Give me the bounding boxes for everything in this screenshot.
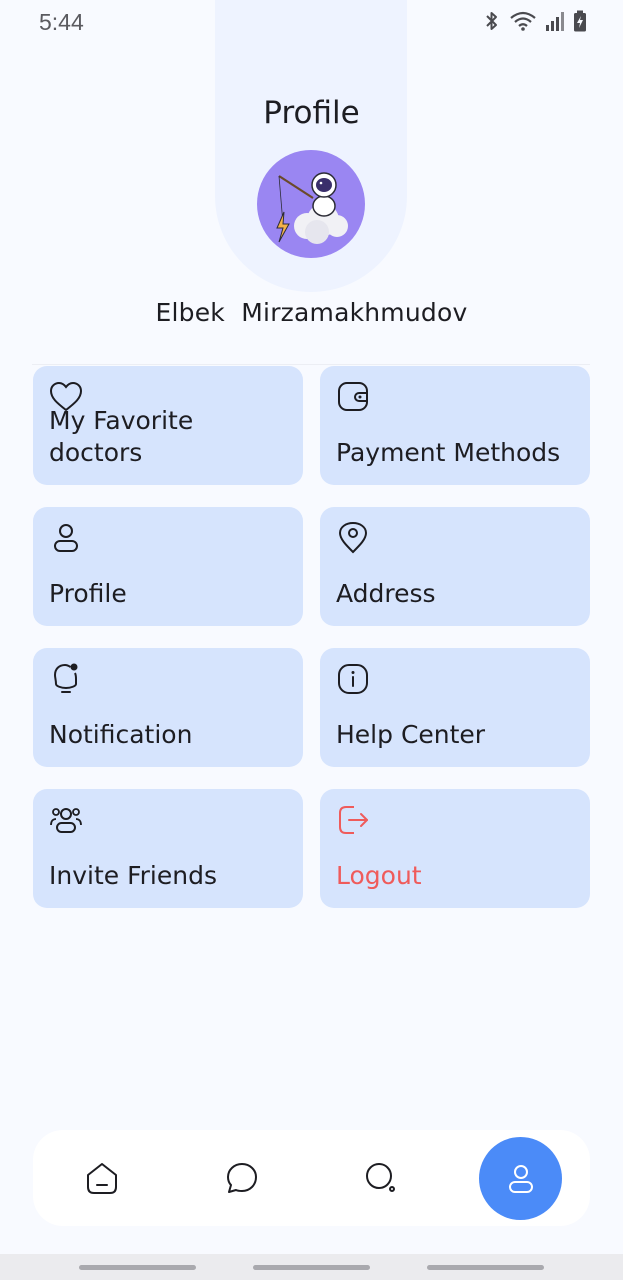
battery-icon bbox=[574, 10, 586, 32]
back-gesture-bar[interactable] bbox=[427, 1265, 544, 1270]
logout-icon bbox=[339, 806, 368, 834]
bottom-nav bbox=[33, 1130, 590, 1226]
notification-card[interactable]: Notification bbox=[33, 648, 303, 767]
nav-search[interactable] bbox=[341, 1138, 421, 1218]
nav-profile[interactable] bbox=[479, 1137, 562, 1220]
logout-label: Logout bbox=[336, 861, 422, 890]
payment-methods-card[interactable]: Payment Methods bbox=[320, 366, 590, 485]
home-icon bbox=[87, 1163, 117, 1194]
profile-card[interactable]: Profile bbox=[33, 507, 303, 626]
page-title: Profile bbox=[263, 95, 360, 131]
user-icon bbox=[54, 524, 78, 552]
nav-home[interactable] bbox=[62, 1138, 142, 1218]
users-icon bbox=[50, 808, 82, 833]
profile-icon bbox=[508, 1164, 533, 1193]
nav-chat[interactable] bbox=[202, 1138, 282, 1218]
info-icon bbox=[338, 664, 368, 694]
astronaut-avatar-image bbox=[276, 172, 348, 244]
status-time: 5:44 bbox=[39, 9, 84, 35]
payment-methods-label: Payment Methods bbox=[336, 438, 561, 467]
bell-icon bbox=[53, 663, 78, 693]
recents-gesture-bar[interactable] bbox=[79, 1265, 196, 1270]
help-center-card[interactable]: Help Center bbox=[320, 648, 590, 767]
divider bbox=[32, 364, 590, 365]
search-icon bbox=[366, 1163, 395, 1192]
menu-grid: My Favorite doctors Payment Methods Prof… bbox=[33, 366, 590, 908]
help-center-label: Help Center bbox=[336, 720, 486, 749]
system-nav-bar bbox=[0, 1254, 623, 1280]
address-label: Address bbox=[336, 579, 436, 608]
logout-card[interactable]: Logout bbox=[320, 789, 590, 908]
wifi-icon bbox=[510, 11, 536, 31]
avatar[interactable] bbox=[257, 150, 365, 258]
status-icons bbox=[483, 10, 587, 32]
address-card[interactable]: Address bbox=[320, 507, 590, 626]
chat-icon bbox=[227, 1163, 257, 1193]
profile-label: Profile bbox=[49, 579, 127, 608]
invite-friends-card[interactable]: Invite Friends bbox=[33, 789, 303, 908]
user-name: Elbek Mirzamakhmudov bbox=[155, 298, 468, 327]
signal-icon bbox=[546, 12, 564, 31]
invite-friends-label: Invite Friends bbox=[49, 861, 217, 890]
favorite-doctors-card[interactable]: My Favorite doctors bbox=[33, 366, 303, 485]
home-gesture-bar[interactable] bbox=[253, 1265, 370, 1270]
bluetooth-icon bbox=[486, 12, 497, 30]
wallet-icon bbox=[338, 382, 368, 411]
favorite-doctors-label: My Favorite doctors bbox=[49, 406, 194, 467]
notification-label: Notification bbox=[49, 720, 193, 749]
location-pin-icon bbox=[338, 521, 368, 554]
